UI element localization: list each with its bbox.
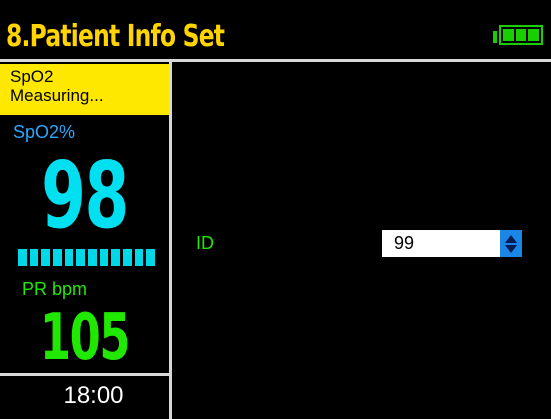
pleth-segment xyxy=(64,249,74,266)
pleth-segment xyxy=(41,249,51,266)
arrow-up-icon[interactable] xyxy=(505,234,517,243)
pleth-segment xyxy=(88,249,97,266)
up-down-arrows-icon[interactable] xyxy=(500,230,522,257)
battery-cell xyxy=(515,29,527,41)
status-line-2: Measuring... xyxy=(10,86,104,105)
battery-cell xyxy=(503,29,514,41)
battery-cell xyxy=(528,29,540,41)
battery-icon xyxy=(493,25,549,47)
clock-time: 18:00 xyxy=(0,373,169,419)
pleth-segment xyxy=(146,249,156,266)
pleth-segment xyxy=(134,249,144,266)
id-field-label: ID xyxy=(196,233,214,253)
measurement-status-badge: SpO2 Measuring... xyxy=(0,64,169,115)
page-title: 8.Patient Info Set xyxy=(6,19,225,54)
arrow-down-icon[interactable] xyxy=(505,244,517,253)
pleth-bargraph xyxy=(18,249,156,266)
id-value[interactable]: 99 xyxy=(382,230,500,257)
vitals-sidebar: SpO2 Measuring... SpO2% 98 PR bpm 105 18… xyxy=(0,62,172,419)
device-screen: 8.Patient Info Set SpO2 Measuring... SpO… xyxy=(0,0,551,419)
pleth-segment xyxy=(111,249,121,266)
pr-value: 105 xyxy=(39,301,131,375)
pleth-segment xyxy=(123,249,132,266)
pleth-segment xyxy=(18,249,27,266)
id-spinbox[interactable]: 99 xyxy=(382,230,522,257)
pr-label: PR bpm xyxy=(22,279,88,299)
battery-body xyxy=(499,25,543,45)
status-line-1: SpO2 xyxy=(10,67,54,86)
spo2-label: SpO2% xyxy=(13,122,76,142)
header-bar: 8.Patient Info Set xyxy=(0,0,551,62)
pleth-segment xyxy=(53,249,62,266)
battery-terminal xyxy=(493,31,497,43)
pleth-segment xyxy=(29,249,39,266)
pleth-segment xyxy=(99,249,109,266)
settings-panel: ID 99 xyxy=(172,62,551,419)
pleth-segment xyxy=(76,249,86,266)
spo2-value: 98 xyxy=(41,142,129,249)
